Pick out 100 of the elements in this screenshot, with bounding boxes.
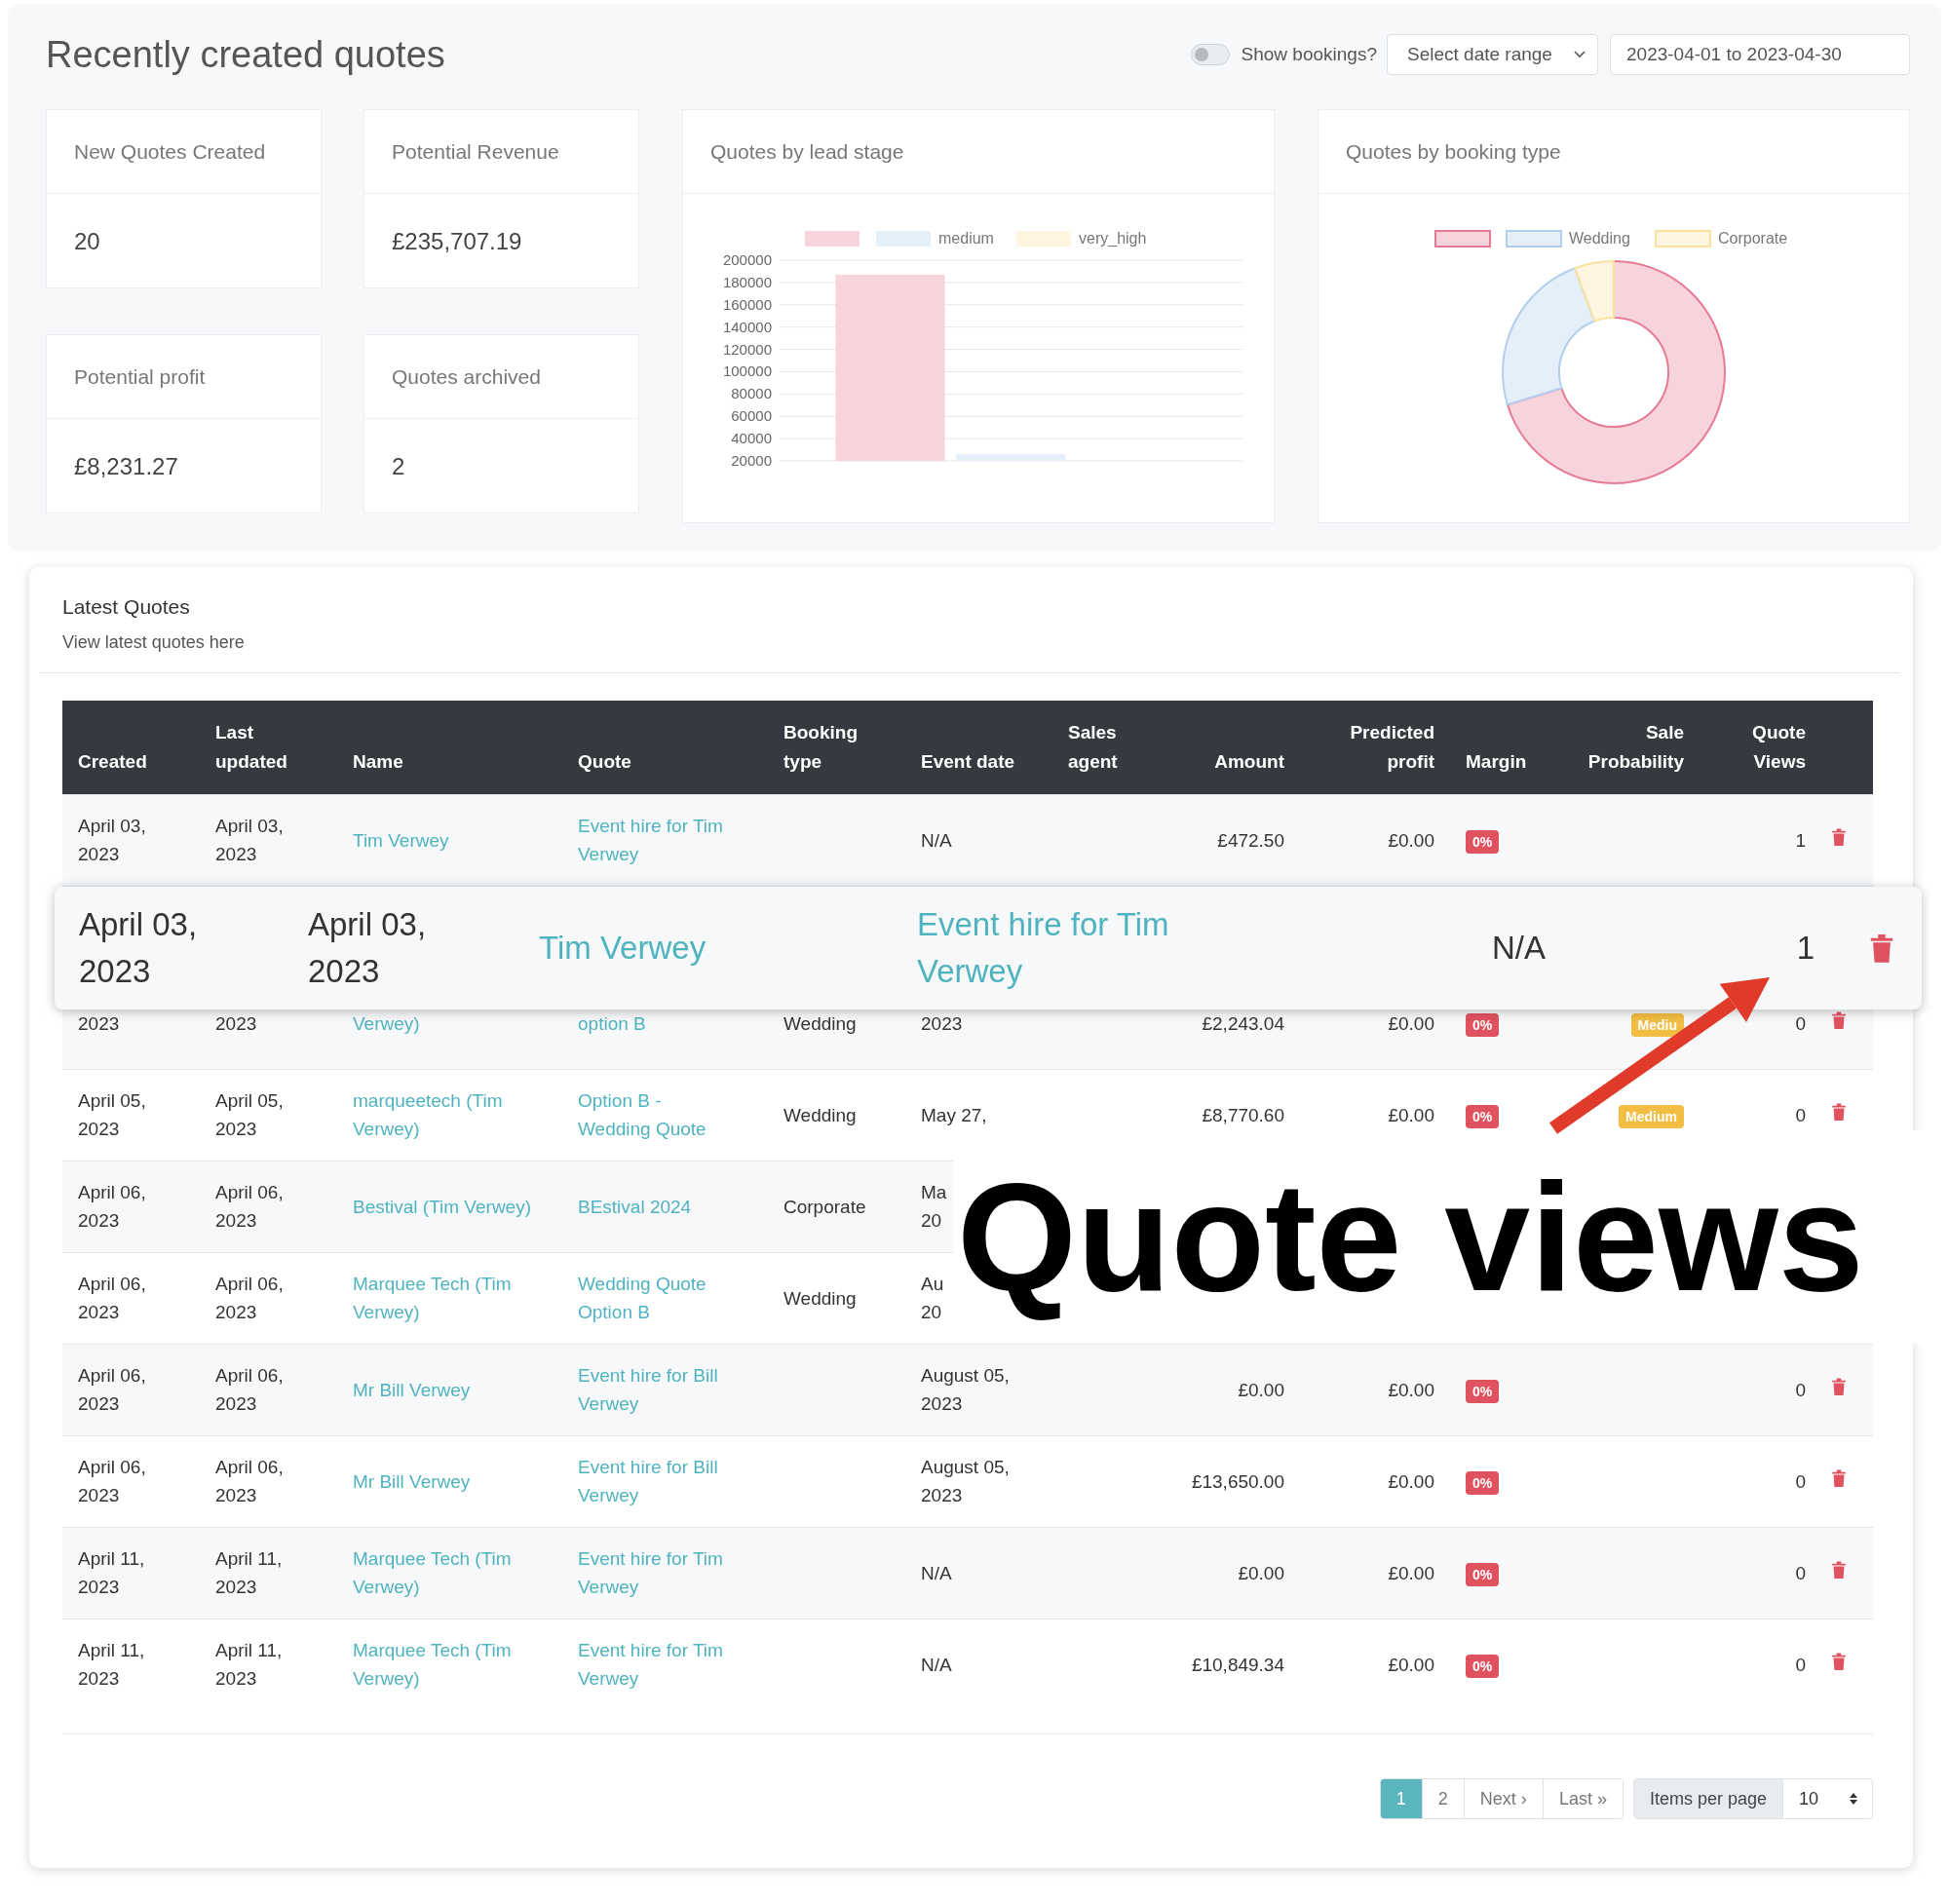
created-date: April 06, 2023: [78, 1273, 146, 1324]
event-date: N/A: [921, 1561, 952, 1585]
booking-type: Wedding: [783, 1011, 857, 1036]
legend-label: medium: [938, 230, 994, 247]
customer-link[interactable]: Marquee Tech (Tim Verwey): [353, 1270, 512, 1326]
amount: £472.50: [1217, 828, 1284, 853]
customer-link[interactable]: Verwey): [353, 1009, 420, 1038]
event-date: N/A: [1492, 928, 1546, 968]
quote-link[interactable]: Event hire for Tim Verwey: [578, 1636, 723, 1694]
quote-link[interactable]: Event hire for Tim Verwey: [917, 900, 1169, 995]
axis-tick: 40000: [731, 430, 772, 447]
axis-tick: 60000: [731, 407, 772, 425]
event-date: May 27,: [921, 1103, 987, 1127]
column-header: Booking type: [783, 721, 858, 772]
margin-badge: 0%: [1466, 1470, 1500, 1495]
column-header: Predicted profit: [1350, 721, 1434, 772]
margin-badge: 0%: [1466, 1654, 1500, 1678]
booking-type: Wedding: [783, 1286, 857, 1311]
booking-type: Corporate: [783, 1195, 866, 1219]
chart-title: Quotes by lead stage: [710, 139, 904, 164]
event-date: N/A: [921, 1653, 952, 1677]
customer-link[interactable]: Mr Bill Verwey: [353, 1466, 471, 1496]
legend-label: very_high: [1079, 230, 1147, 247]
axis-tick: 180000: [722, 273, 772, 290]
column-header: Margin: [1466, 750, 1527, 772]
margin-badge: 0%: [1466, 1104, 1500, 1128]
date-range-field[interactable]: 2023-04-01 to 2023-04-30: [1610, 34, 1910, 75]
predicted-profit: £0.00: [1388, 828, 1434, 853]
predicted-profit: £0.00: [1388, 1103, 1434, 1127]
sort-caret-icon: [1849, 1792, 1858, 1806]
trash-icon[interactable]: [1831, 1651, 1847, 1671]
updated-date: April 06, 2023: [215, 1273, 284, 1324]
customer-link[interactable]: Mr Bill Verwey: [353, 1375, 471, 1404]
axis-tick: 160000: [722, 295, 772, 313]
event-date: Ma 20: [921, 1181, 947, 1233]
updated-date: April 11, 2023: [215, 1547, 283, 1599]
predicted-profit: £0.00: [1388, 1469, 1434, 1494]
view-count: 0: [1795, 1103, 1806, 1127]
column-header: Quote Views: [1752, 721, 1806, 772]
trash-icon[interactable]: [1831, 1376, 1847, 1396]
page-button[interactable]: 1: [1380, 1779, 1422, 1818]
quote-link[interactable]: BEstival 2024: [578, 1192, 692, 1221]
customer-link[interactable]: marqueetech (Tim Verwey): [353, 1086, 503, 1143]
trash-icon[interactable]: [1831, 826, 1847, 847]
margin-badge: 0%: [1466, 1379, 1500, 1403]
customer-link[interactable]: Tim Verwey: [539, 924, 707, 971]
axis-tick: 140000: [722, 318, 772, 335]
predicted-profit: £0.00: [1388, 1378, 1434, 1402]
created-date: 2023: [78, 1011, 120, 1036]
stat-value: 2: [392, 452, 405, 480]
view-count: 1: [1796, 928, 1815, 968]
axis-tick: 200000: [722, 251, 772, 268]
view-count: 1: [1795, 828, 1806, 853]
trash-icon[interactable]: [1831, 1559, 1847, 1580]
quote-link[interactable]: option B: [578, 1009, 646, 1038]
axis-tick: 120000: [722, 340, 772, 358]
trash-icon[interactable]: [1869, 932, 1894, 964]
bookings-toggle[interactable]: [1190, 44, 1230, 65]
stat-title: Potential Revenue: [392, 139, 559, 164]
items-per-page-select[interactable]: 10: [1782, 1779, 1872, 1818]
stat-title: New Quotes Created: [74, 139, 266, 164]
updated-date: 2023: [215, 1011, 257, 1036]
stat-title: Potential profit: [74, 364, 206, 389]
quote-link[interactable]: Event hire for Bill Verwey: [578, 1453, 718, 1509]
updated-date: April 05, 2023: [215, 1089, 284, 1141]
column-header: Sales agent: [1068, 721, 1118, 772]
column-header: Name: [353, 750, 403, 772]
date-range-select[interactable]: Select date range: [1387, 34, 1598, 75]
axis-tick: 20000: [731, 452, 772, 469]
event-date: Au 20: [921, 1273, 944, 1324]
amount: £0.00: [1238, 1561, 1284, 1585]
updated-date: April 06, 2023: [215, 1456, 284, 1507]
updated-date: April 03, 2023: [215, 815, 284, 866]
trash-icon[interactable]: [1831, 1101, 1847, 1122]
stat-title: Quotes archived: [392, 364, 541, 389]
column-header: Event date: [921, 750, 1015, 772]
margin-badge: 0%: [1466, 1562, 1500, 1586]
last-page-button[interactable]: Last »: [1542, 1779, 1623, 1818]
legend-label: Corporate: [1718, 230, 1788, 247]
legend-label: Wedding: [1569, 230, 1630, 247]
column-header: Created: [78, 750, 147, 772]
trash-icon[interactable]: [1831, 1009, 1847, 1030]
stat-value: £235,707.19: [392, 227, 522, 255]
amount: £0.00: [1238, 1378, 1284, 1402]
quote-link[interactable]: Wedding Quote Option B: [578, 1270, 707, 1326]
created-date: April 06, 2023: [78, 1364, 146, 1416]
customer-link[interactable]: Marquee Tech (Tim Verwey): [353, 1636, 512, 1694]
created-date: April 11, 2023: [78, 1639, 145, 1692]
view-count: 0: [1795, 1378, 1806, 1402]
chevron-icon: [1574, 51, 1586, 58]
created-date: April 06, 2023: [78, 1181, 146, 1233]
updated-date: April 06, 2023: [215, 1364, 284, 1416]
customer-link[interactable]: Tim Verwey: [353, 825, 449, 855]
amount: £13,650.00: [1191, 1469, 1284, 1494]
booking-type: Wedding: [783, 1103, 857, 1127]
card-title: Latest Quotes: [62, 594, 191, 620]
trash-icon[interactable]: [1831, 1467, 1847, 1488]
column-header: Last updated: [215, 721, 287, 772]
page-title: Recently created quotes: [46, 33, 445, 76]
quote-link[interactable]: Option B - Wedding Quote: [578, 1086, 707, 1143]
